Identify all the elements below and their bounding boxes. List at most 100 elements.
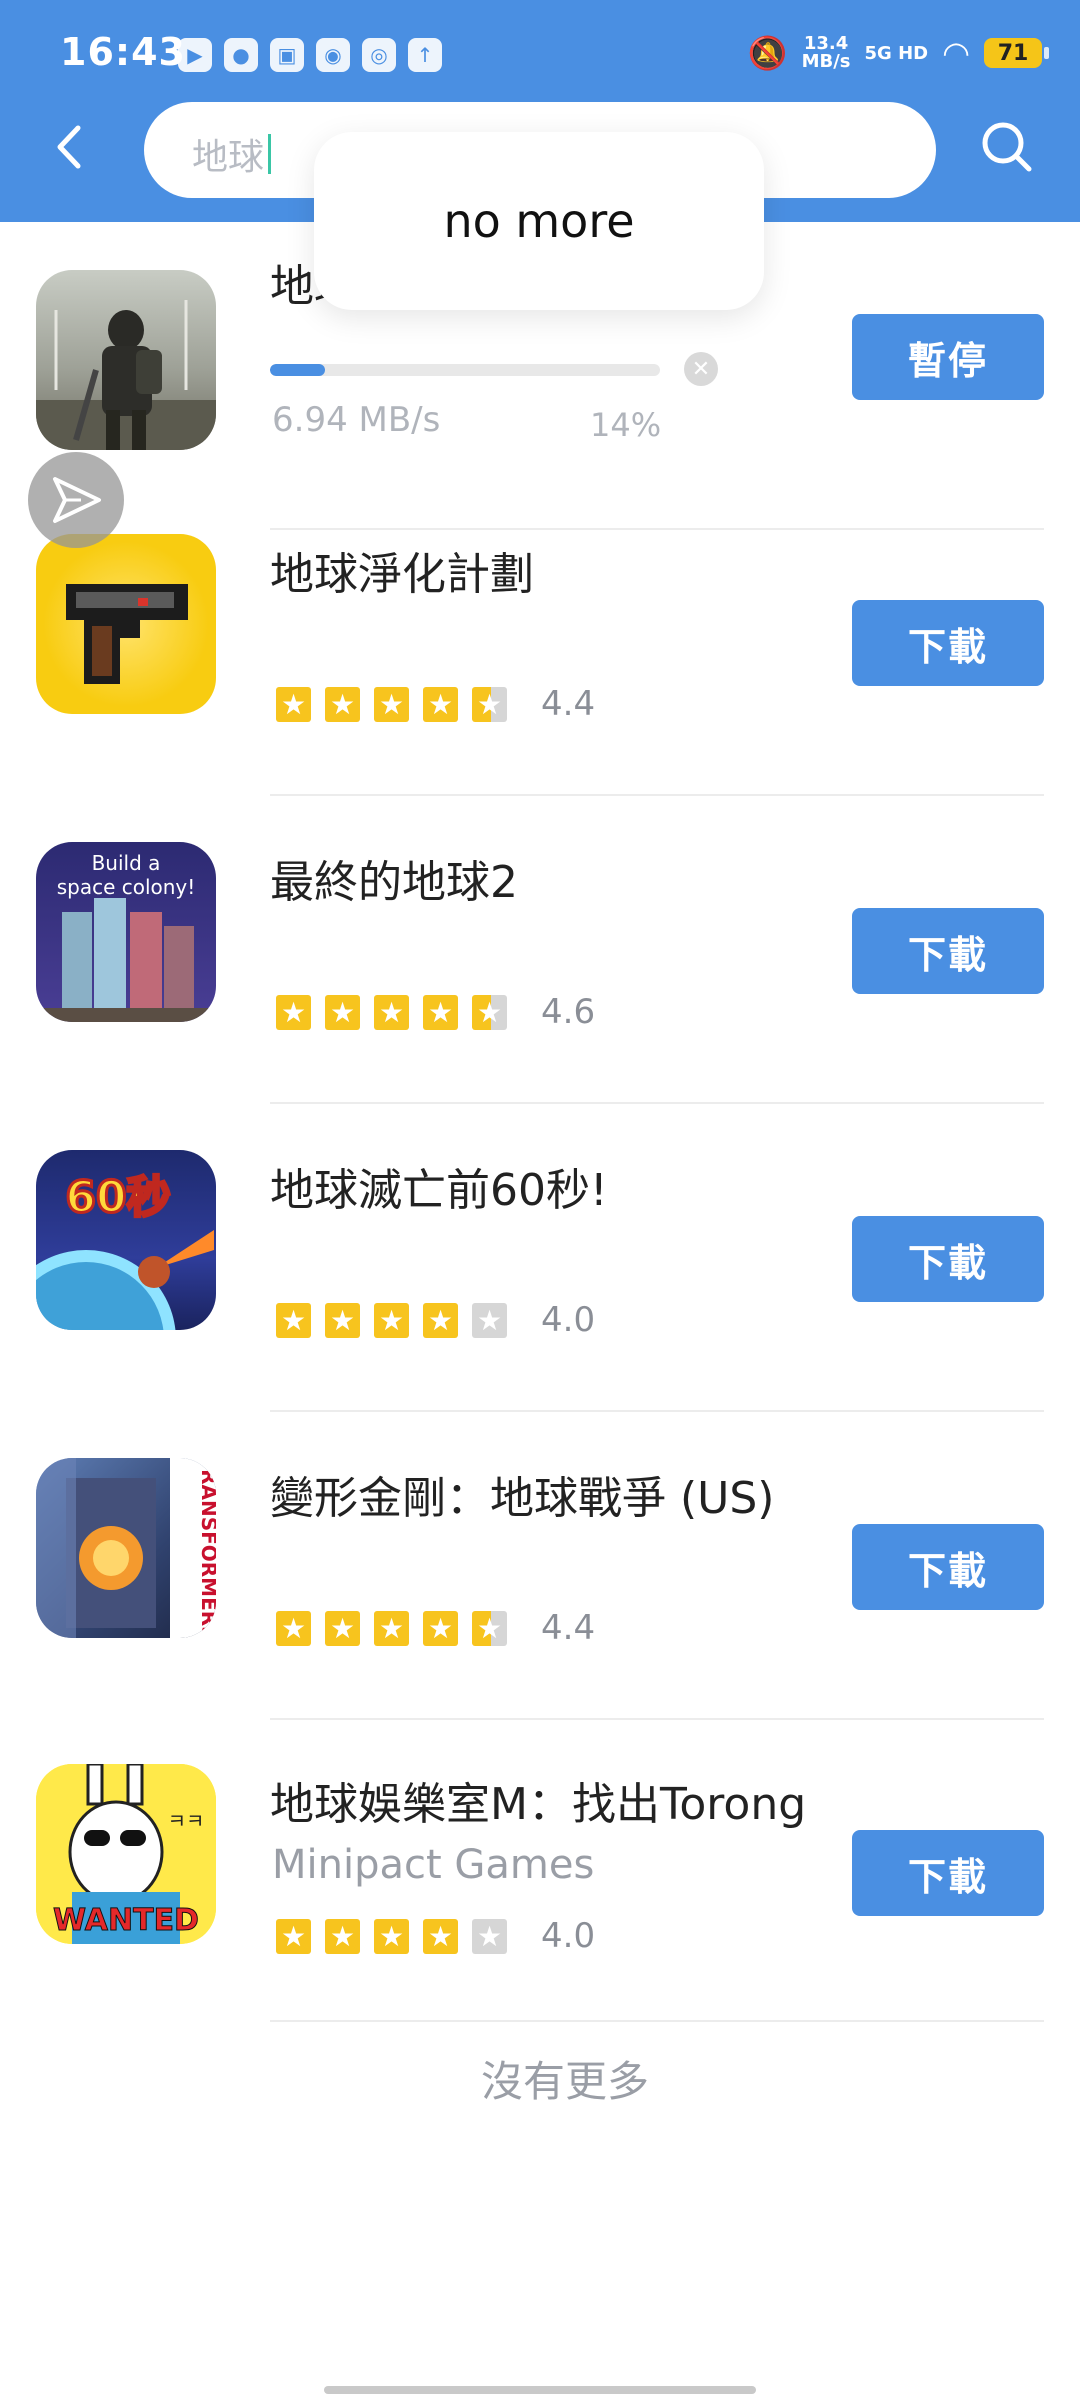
icon-text: 60秒 bbox=[65, 1172, 170, 1223]
download-button[interactable]: 下載 bbox=[852, 1216, 1044, 1302]
star-icon: ★ bbox=[423, 1610, 458, 1646]
rating-stars: ★ ★ ★ ★ ★ 4.0 bbox=[276, 1300, 595, 1340]
search-field-content: 地球 bbox=[192, 128, 272, 180]
icon-text: TRANSFORMERS bbox=[197, 1458, 216, 1638]
icon-text: WANTED bbox=[53, 1903, 199, 1938]
star-icon: ★ bbox=[374, 1302, 409, 1338]
no-more-label: 沒有更多 bbox=[480, 2057, 649, 2106]
download-progress-bar bbox=[270, 364, 660, 376]
survivor-icon bbox=[36, 300, 216, 450]
star-icon: ★ bbox=[423, 1918, 458, 1954]
signal-icon: 5G HD bbox=[864, 42, 929, 64]
search-icon bbox=[982, 122, 1032, 172]
star-icon: ★ bbox=[325, 994, 360, 1030]
download-button[interactable]: 下載 bbox=[852, 1524, 1044, 1610]
app-icon[interactable]: ㅋㅋ WANTED bbox=[36, 1764, 216, 1944]
sixty-seconds-icon: 60秒 bbox=[36, 1171, 214, 1330]
pause-button[interactable]: 暫停 bbox=[852, 314, 1044, 400]
star-icon: ★ bbox=[276, 1610, 311, 1646]
star-icon: ★ bbox=[325, 686, 360, 722]
list-item[interactable]: ㅋㅋ WANTED 地球娛樂室M：找出Torong Minipact Games… bbox=[0, 1720, 1080, 2022]
chevron-left-icon bbox=[57, 125, 81, 169]
toast-message: no more bbox=[314, 132, 764, 310]
star-icon: ★ bbox=[472, 994, 507, 1030]
rating-value: 4.0 bbox=[541, 1300, 596, 1340]
star-icon: ★ bbox=[374, 1918, 409, 1954]
status-right: 🔕 13.4 MB/s 5G HD ◠ 71 bbox=[747, 34, 1049, 72]
rating-stars: ★ ★ ★ ★ ★ 4.0 bbox=[276, 1916, 595, 1956]
star-icon: ★ bbox=[325, 1302, 360, 1338]
battery-level: 71 bbox=[997, 40, 1029, 66]
floating-send-button[interactable] bbox=[28, 452, 124, 548]
star-icon: ★ bbox=[374, 1610, 409, 1646]
network-speed: 13.4 MB/s bbox=[802, 35, 851, 71]
icon-text-line-2: space colony! bbox=[57, 875, 196, 899]
list-item[interactable]: TRANSFORMERS 變形金剛：地球戰爭 (US) ★ ★ ★ ★ ★ 4.4 下載 bbox=[0, 1412, 1080, 1720]
rating-value: 4.6 bbox=[541, 992, 596, 1032]
pistol-icon bbox=[66, 584, 188, 684]
battery-icon: 71 bbox=[984, 38, 1049, 68]
text-cursor bbox=[268, 134, 272, 174]
wifi-icon: ◠ bbox=[942, 34, 970, 72]
send-icon bbox=[53, 477, 101, 523]
list-item[interactable]: 地球淨化計劃 ★ ★ ★ ★ ★ 4.4 下載 bbox=[0, 488, 1080, 796]
developer-name: Minipact Games bbox=[272, 1842, 595, 1888]
star-icon: ★ bbox=[276, 1918, 311, 1954]
download-button[interactable]: 下載 bbox=[852, 1830, 1044, 1916]
app-icon[interactable]: 60秒 bbox=[36, 1150, 216, 1330]
app-icon[interactable] bbox=[36, 270, 216, 450]
rating-stars: ★ ★ ★ ★ ★ 4.4 bbox=[276, 1608, 595, 1648]
star-icon: ★ bbox=[276, 994, 311, 1030]
assistant-notification-icon: ◎ bbox=[362, 38, 396, 72]
star-icon: ★ bbox=[423, 686, 458, 722]
download-progress-fill bbox=[270, 364, 325, 376]
app-icon[interactable]: TRANSFORMERS bbox=[36, 1458, 216, 1638]
play-store-notification-icon: ▶ bbox=[178, 38, 212, 72]
star-icon: ★ bbox=[325, 1918, 360, 1954]
wanted-icon: ㅋㅋ WANTED bbox=[36, 1764, 216, 1944]
close-icon: ✕ bbox=[691, 356, 711, 382]
home-indicator[interactable] bbox=[324, 2386, 756, 2394]
rating-value: 4.4 bbox=[541, 1608, 596, 1648]
back-button[interactable] bbox=[40, 112, 100, 182]
star-icon: ★ bbox=[423, 994, 458, 1030]
star-icon: ★ bbox=[472, 1610, 507, 1646]
star-icon: ★ bbox=[276, 686, 311, 722]
app-icon[interactable]: Build a space colony! bbox=[36, 842, 216, 1022]
download-speed: 6.94 MB/s bbox=[272, 400, 441, 440]
rating-value: 4.0 bbox=[541, 1916, 596, 1956]
icon-text-line-1: Build a bbox=[92, 851, 161, 875]
star-icon: ★ bbox=[472, 1918, 507, 1954]
star-icon: ★ bbox=[374, 994, 409, 1030]
list-item[interactable]: Build a space colony! 最終的地球2 ★ ★ ★ ★ ★ 4.6 下載 bbox=[0, 796, 1080, 1104]
download-percent: 14% bbox=[590, 406, 662, 444]
transformers-icon: TRANSFORMERS bbox=[36, 1458, 216, 1638]
icon-text-laugh: ㅋㅋ bbox=[168, 1809, 205, 1833]
download-button[interactable]: 下載 bbox=[852, 908, 1044, 994]
rating-value: 4.4 bbox=[541, 684, 596, 724]
star-icon: ★ bbox=[276, 1302, 311, 1338]
list-item[interactable]: 60秒 地球滅亡前60秒! ★ ★ ★ ★ ★ 4.0 下載 bbox=[0, 1104, 1080, 1412]
space-colony-icon: Build a space colony! bbox=[36, 851, 216, 1022]
app-name: 地球滅亡前60秒! bbox=[270, 1165, 608, 1216]
star-icon: ★ bbox=[472, 1302, 507, 1338]
app-name: 地球淨化計劃 bbox=[270, 549, 534, 600]
rating-stars: ★ ★ ★ ★ ★ 4.4 bbox=[276, 684, 595, 724]
star-icon: ★ bbox=[423, 1302, 458, 1338]
upload-notification-icon: ↑ bbox=[408, 38, 442, 72]
app-name: 地球娛樂室M：找出Torong bbox=[270, 1779, 807, 1830]
download-button[interactable]: 下載 bbox=[852, 600, 1044, 686]
app-icon[interactable] bbox=[36, 534, 216, 714]
cancel-download-button[interactable]: ✕ bbox=[684, 352, 718, 386]
mute-bell-icon: 🔕 bbox=[747, 34, 788, 72]
status-time: 16:43 bbox=[60, 30, 186, 74]
notification-icons: ▶ ● ▣ ◉ ◎ ↑ bbox=[178, 38, 442, 72]
message-notification-icon: ◉ bbox=[316, 38, 350, 72]
app-notification-icon: ▣ bbox=[270, 38, 304, 72]
app-name: 最終的地球2 bbox=[270, 857, 518, 908]
search-button[interactable] bbox=[972, 112, 1042, 182]
rating-stars: ★ ★ ★ ★ ★ 4.6 bbox=[276, 992, 595, 1032]
star-icon: ★ bbox=[472, 686, 507, 722]
divider bbox=[270, 2020, 1044, 2022]
status-bar: 16:43 ▶ ● ▣ ◉ ◎ ↑ 🔕 13.4 MB/s 5G HD ◠ 71 bbox=[0, 0, 1080, 110]
